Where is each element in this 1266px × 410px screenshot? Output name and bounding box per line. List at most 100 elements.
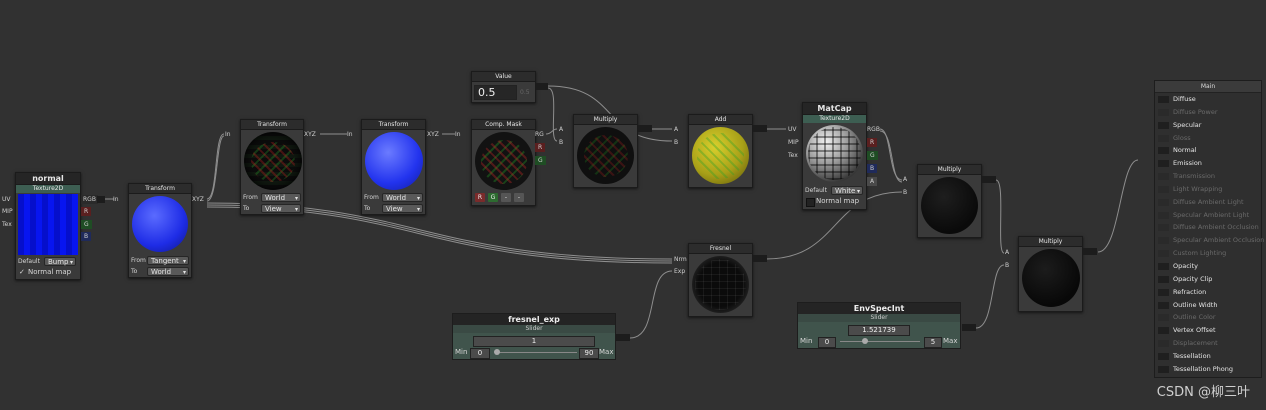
port-rgb[interactable]: RGB	[867, 125, 880, 134]
slider-track[interactable]	[840, 341, 920, 342]
pin-multiply2-out[interactable]	[982, 176, 996, 183]
node-canvas[interactable]: normal Texture2D Default Bump ✓ Normal m…	[0, 0, 1266, 410]
input-connector[interactable]	[1158, 288, 1169, 296]
node-multiply-1[interactable]: Multiply	[573, 114, 638, 188]
port-b[interactable]: B	[903, 188, 907, 197]
mask-button-g[interactable]: G	[488, 193, 498, 202]
input-connector[interactable]	[1158, 185, 1169, 193]
node-transform-2[interactable]: Transform From World To View	[240, 119, 304, 215]
port-exp[interactable]: Exp	[674, 267, 685, 276]
node-comp-mask[interactable]: Comp. Mask R G - -	[471, 119, 536, 206]
port-r[interactable]: R	[867, 138, 878, 147]
main-input-row[interactable]: Gloss	[1155, 132, 1261, 145]
port-b[interactable]: B	[674, 138, 678, 147]
port-r[interactable]: R	[535, 143, 546, 152]
input-connector[interactable]	[1158, 237, 1169, 245]
input-connector[interactable]	[1158, 147, 1169, 155]
main-input-row[interactable]: Tessellation	[1155, 350, 1261, 363]
min-field[interactable]: 0	[818, 337, 836, 348]
from-dropdown[interactable]: World	[382, 193, 423, 203]
port-xyz[interactable]: XYZ	[192, 195, 204, 204]
input-connector[interactable]	[1158, 365, 1169, 373]
port-g[interactable]: G	[867, 151, 878, 160]
port-rgb[interactable]: RGB	[81, 195, 98, 204]
to-dropdown[interactable]: View	[261, 204, 301, 214]
main-input-row[interactable]: Diffuse Power	[1155, 106, 1261, 119]
main-input-row[interactable]: Diffuse Ambient Occlusion	[1155, 221, 1261, 234]
default-dropdown[interactable]: Bump	[44, 257, 76, 267]
input-connector[interactable]	[1158, 173, 1169, 181]
main-input-row[interactable]: Normal	[1155, 144, 1261, 157]
min-field[interactable]: 0	[470, 348, 490, 359]
port-nrm[interactable]: Nrm	[674, 255, 687, 264]
node-transform-3[interactable]: Transform From World To View	[361, 119, 426, 215]
slider-thumb[interactable]	[494, 349, 500, 355]
port-uv[interactable]: UV	[788, 125, 797, 134]
input-connector[interactable]	[1158, 121, 1169, 129]
mask-button-r[interactable]: R	[475, 193, 485, 202]
port-g[interactable]: G	[81, 220, 92, 229]
mask-button-a[interactable]: -	[514, 193, 524, 202]
value-field[interactable]: 0.5	[474, 85, 517, 100]
main-input-row[interactable]: Opacity	[1155, 260, 1261, 273]
node-multiply-2[interactable]: Multiply	[917, 164, 982, 238]
input-connector[interactable]	[1158, 301, 1169, 309]
main-input-row[interactable]: Transmission	[1155, 170, 1261, 183]
port-a[interactable]: A	[674, 125, 678, 134]
node-matcap[interactable]: MatCap Texture2D Default White Normal ma…	[802, 102, 867, 210]
port-tex[interactable]: Tex	[2, 220, 12, 229]
port-b[interactable]: B	[559, 138, 563, 147]
main-input-row[interactable]: Custom Lighting	[1155, 247, 1261, 260]
input-connector[interactable]	[1158, 327, 1169, 335]
slider-value-field[interactable]: 1.521739	[848, 325, 910, 336]
input-connector[interactable]	[1158, 96, 1169, 103]
main-input-row[interactable]: Refraction	[1155, 286, 1261, 299]
port-in[interactable]: In	[455, 130, 461, 139]
port-a[interactable]: A	[867, 177, 878, 186]
main-input-row[interactable]: Tessellation Phong	[1155, 363, 1261, 376]
port-a[interactable]: A	[1005, 248, 1009, 257]
port-a[interactable]: A	[903, 175, 907, 184]
input-connector[interactable]	[1158, 108, 1169, 116]
pin-envspec-out[interactable]	[962, 324, 976, 331]
pin-multiply3-out[interactable]	[1083, 248, 1097, 255]
main-input-row[interactable]: Displacement	[1155, 337, 1261, 350]
port-in[interactable]: In	[113, 195, 119, 204]
normal-map-checkmark[interactable]: ✓	[19, 268, 25, 277]
main-input-row[interactable]: Specular Ambient Occlusion	[1155, 234, 1264, 247]
port-xyz[interactable]: XYZ	[304, 130, 316, 139]
slider-value-field[interactable]: 1	[473, 336, 595, 347]
input-connector[interactable]	[1158, 134, 1169, 142]
port-in[interactable]: In	[347, 130, 353, 139]
port-xyz[interactable]: XYZ	[427, 130, 439, 139]
pin-normal-out[interactable]	[97, 196, 105, 203]
main-input-row[interactable]: Diffuse Ambient Light	[1155, 196, 1261, 209]
node-transform-1[interactable]: Transform From Tangent To World	[128, 183, 192, 278]
pin-multiply1-out[interactable]	[638, 125, 652, 132]
default-dropdown[interactable]: White	[831, 186, 863, 196]
port-g[interactable]: G	[535, 156, 546, 165]
node-multiply-3[interactable]: Multiply	[1018, 236, 1083, 312]
main-input-row[interactable]: Emission	[1155, 157, 1261, 170]
port-mip[interactable]: MIP	[788, 138, 799, 147]
node-envspecint-slider[interactable]: EnvSpecInt Slider 1.521739 Min 0 5 Max	[797, 302, 961, 349]
node-fresnel-exp-slider[interactable]: fresnel_exp Slider 1 Min 0 90 Max	[452, 313, 616, 360]
input-connector[interactable]	[1158, 275, 1169, 283]
node-add[interactable]: Add	[688, 114, 753, 188]
main-input-row[interactable]: Light Wrapping	[1155, 183, 1261, 196]
port-b[interactable]: B	[867, 164, 878, 173]
input-connector[interactable]	[1158, 262, 1169, 270]
main-input-row[interactable]: Outline Width	[1155, 299, 1261, 312]
max-field[interactable]: 5	[924, 337, 942, 348]
main-input-row[interactable]: Specular	[1155, 119, 1261, 132]
from-dropdown[interactable]: Tangent	[147, 256, 189, 266]
input-connector[interactable]	[1158, 340, 1169, 348]
node-fresnel[interactable]: Fresnel	[688, 243, 753, 317]
to-dropdown[interactable]: World	[147, 267, 189, 277]
to-dropdown[interactable]: View	[382, 204, 423, 214]
slider-thumb[interactable]	[862, 338, 868, 344]
input-connector[interactable]	[1158, 211, 1169, 219]
input-connector[interactable]	[1158, 352, 1169, 360]
port-tex[interactable]: Tex	[788, 151, 798, 160]
input-connector[interactable]	[1158, 198, 1169, 206]
